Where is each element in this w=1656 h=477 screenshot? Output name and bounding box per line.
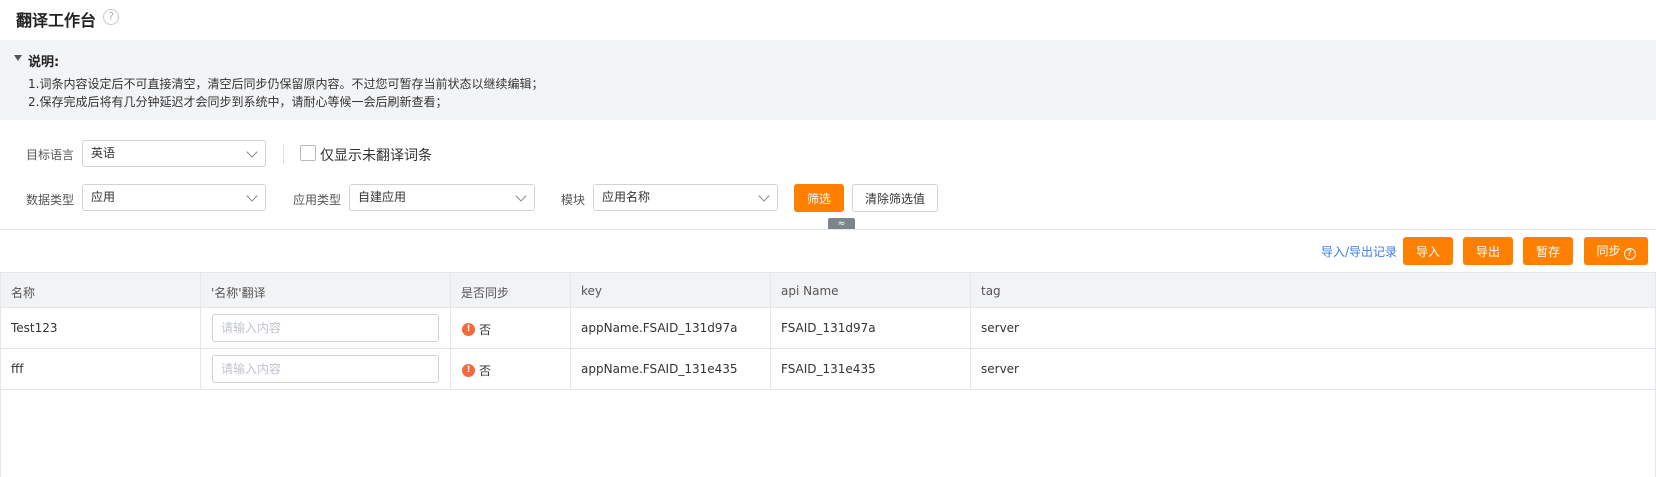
chevron-down-icon [758, 190, 770, 202]
target-language-value: 英语 [91, 146, 116, 160]
column-header-tag: tag [981, 284, 1001, 298]
divider [283, 144, 284, 164]
table-header: 名称 '名称'翻译 是否同步 key api Name tag [1, 272, 1655, 308]
import-button[interactable]: 导入 [1403, 237, 1453, 265]
column-header-api-name: api Name [771, 273, 971, 307]
cell-key: appName.FSAID_131d97a [571, 308, 771, 348]
filter-panel [0, 120, 1656, 230]
column-header-translation: '名称'翻译 [201, 273, 451, 307]
help-icon[interactable]: ? [103, 9, 119, 25]
chevron-down-icon [246, 146, 258, 158]
notice-title[interactable]: 说明: [28, 51, 59, 70]
sync-button[interactable]: 同步? [1584, 237, 1648, 265]
cell-translation [201, 349, 451, 389]
clear-filter-button[interactable]: 清除筛选值 [852, 184, 938, 212]
cell-synced: ! 否 [451, 308, 571, 348]
data-type-value: 应用 [91, 190, 116, 204]
target-language-label: 目标语言 [26, 148, 75, 162]
cell-api-name: FSAID_131e435 [771, 349, 971, 389]
column-header-synced: 是否同步 [451, 273, 571, 307]
notice-line-1: 1.词条内容设定后不可直接清空，清空后同步仍保留原内容。不过您可暂存当前状态以继… [28, 77, 544, 91]
warning-icon: ! [462, 323, 475, 336]
only-untranslated-checkbox[interactable] [300, 145, 316, 161]
only-untranslated-label[interactable]: 仅显示未翻译词条 [320, 145, 432, 165]
sync-button-label: 同步 [1596, 244, 1621, 258]
module-label: 模块 [561, 193, 586, 207]
cell-tag: server [981, 321, 1019, 335]
target-language-select[interactable]: 英语 [82, 140, 266, 167]
data-type-label: 数据类型 [26, 193, 75, 207]
cell-tag: server [981, 362, 1019, 376]
save-draft-button[interactable]: 暂存 [1523, 237, 1573, 265]
caret-down-icon[interactable] [14, 55, 22, 61]
page-title: 翻译工作台 [16, 11, 97, 30]
translation-table: 名称 '名称'翻译 是否同步 key api Name tag Test123 … [0, 272, 1656, 477]
page-header: 翻译工作台 ? [0, 0, 1656, 40]
export-button[interactable]: 导出 [1463, 237, 1513, 265]
filter-button[interactable]: 筛选 [794, 184, 844, 212]
import-export-history-link[interactable]: 导入/导出记录 [1321, 243, 1397, 260]
app-type-value: 自建应用 [358, 190, 407, 204]
cell-translation [201, 308, 451, 348]
module-value: 应用名称 [602, 190, 651, 204]
table-row: Test123 ! 否 appName.FSAID_131d97a FSAID_… [1, 308, 1655, 349]
sync-status: 否 [479, 364, 492, 378]
translation-input[interactable] [212, 314, 439, 342]
column-header-name: 名称 [1, 273, 201, 307]
cell-synced: ! 否 [451, 349, 571, 389]
module-select[interactable]: 应用名称 [593, 184, 778, 211]
sync-status: 否 [479, 323, 492, 337]
translation-input[interactable] [212, 355, 439, 383]
section-divider [0, 229, 1656, 230]
chevron-down-icon [515, 190, 527, 202]
app-type-select[interactable]: 自建应用 [349, 184, 535, 211]
cell-name: Test123 [1, 308, 201, 348]
app-type-label: 应用类型 [293, 193, 342, 207]
notice-line-2: 2.保存完成后将有几分钟延迟才会同步到系统中，请耐心等候一会后刷新查看； [28, 95, 448, 109]
table-row: fff ! 否 appName.FSAID_131e435 FSAID_131e… [1, 349, 1655, 390]
warning-icon: ! [462, 364, 475, 377]
help-icon: ? [1623, 248, 1636, 260]
cell-api-name: FSAID_131d97a [771, 308, 971, 348]
chevron-down-icon [246, 190, 258, 202]
cell-name: fff [1, 349, 201, 389]
column-header-key: key [571, 273, 771, 307]
cell-key: appName.FSAID_131e435 [571, 349, 771, 389]
data-type-select[interactable]: 应用 [82, 184, 266, 211]
